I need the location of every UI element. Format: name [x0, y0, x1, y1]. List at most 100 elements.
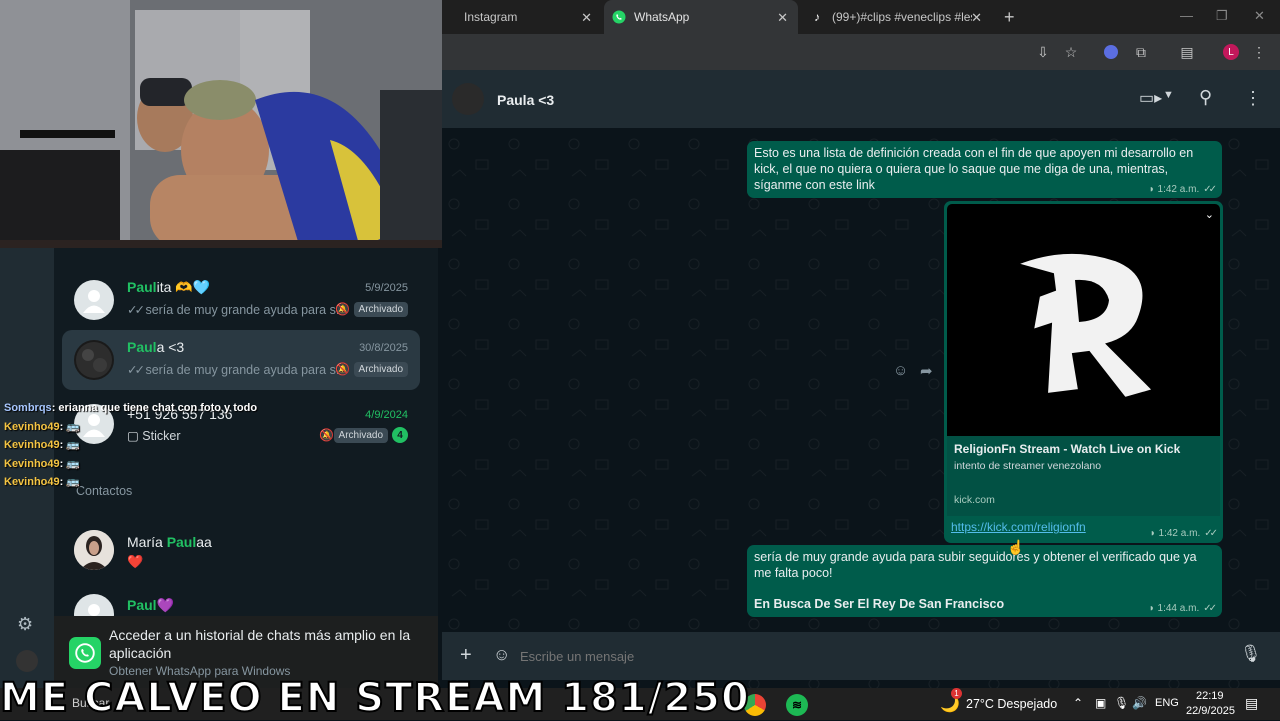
contact-row-maria-paulaa[interactable]: María Paulaa ❤️ — [62, 520, 420, 580]
message-composer: + ☺ 🎙 — [442, 632, 1280, 680]
install-app-icon[interactable]: ⇩ — [1034, 43, 1052, 61]
minimize-icon[interactable]: — — [1180, 8, 1193, 23]
new-tab-button[interactable]: + — [1004, 0, 1024, 34]
search-icon[interactable]: ⚲ — [1199, 87, 1212, 108]
forward-icon[interactable]: ➦ — [920, 362, 933, 380]
maximize-icon[interactable]: ❐ — [1216, 8, 1228, 24]
webcam-image — [0, 0, 442, 248]
archived-badge: Archivado — [353, 362, 408, 377]
message-bold-text: En Busca De Ser El Rey De San Francisco — [754, 597, 1005, 611]
sticker-emoji-icon[interactable]: ☺ — [493, 645, 510, 665]
tab-whatsapp[interactable]: WhatsApp ✕ — [604, 0, 798, 34]
double-check-icon: ✓✓ — [1203, 184, 1217, 195]
whatsapp-icon — [612, 10, 626, 24]
message-input[interactable] — [520, 642, 1220, 670]
tiktok-icon: ♪ — [814, 10, 820, 24]
microphone-icon[interactable]: 🎙 — [1240, 644, 1262, 664]
puzzle-icon[interactable]: ⧉ — [1132, 43, 1150, 61]
broadcast-icon: ◗ — [1149, 528, 1159, 539]
stream-chat-line: Kevinho49: 🚌 — [4, 420, 81, 433]
contact-status: ❤️ — [127, 554, 144, 569]
browser-toolbar: ⇩ ☆ ⧉ ▤ L ⋮ — [442, 34, 1280, 70]
tab-label: WhatsApp — [634, 10, 690, 24]
tray-app-icon[interactable]: ▣ — [1095, 696, 1106, 710]
bookmark-star-icon[interactable]: ☆ — [1062, 43, 1080, 61]
chat-name: Paul💜 — [127, 597, 175, 613]
extension-icon[interactable] — [1102, 43, 1120, 61]
avatar[interactable] — [452, 83, 484, 115]
conversation-header: Paula <3 ▭▸ ▼ ⚲ ⋮ — [442, 70, 1280, 128]
double-check-icon: ✓✓ — [1204, 528, 1218, 539]
muted-bell-icon: 🔕 — [335, 302, 350, 316]
stream-title-overlay: ME CALVEO EN STREAM 181/250 — [0, 675, 750, 721]
speaker-icon[interactable]: 🔊 — [1132, 696, 1147, 710]
link-preview-image[interactable]: ⌄ — [947, 204, 1220, 436]
double-check-icon: ✓✓ — [127, 363, 145, 377]
message-text: sería de muy grande ayuda para subir seg… — [754, 550, 1197, 580]
avatar[interactable]: L — [1222, 43, 1240, 61]
unread-count-badge: 4 — [392, 427, 408, 443]
kick-r-logo-icon — [1013, 251, 1155, 400]
instagram-icon — [442, 10, 456, 24]
clock-time[interactable]: 22:19 — [1196, 690, 1224, 702]
notification-icon[interactable]: ▤ — [1245, 695, 1258, 712]
avatar — [74, 530, 114, 570]
link-preview-card[interactable]: ReligionFn Stream - Watch Live on Kick i… — [947, 436, 1220, 516]
promo-title: Acceder a un historial de chats más ampl… — [109, 627, 411, 661]
video-call-icon[interactable]: ▭▸ — [1139, 88, 1162, 108]
chevron-down-icon[interactable]: ▼ — [1163, 89, 1174, 101]
link-url[interactable]: https://kick.com/religionfn — [951, 520, 1086, 534]
chat-date: 5/9/2025 — [365, 282, 408, 294]
more-options-icon[interactable]: ⋮ — [1244, 88, 1262, 109]
broadcast-icon: ◗ — [1148, 184, 1158, 195]
chat-preview: ✓✓ sería de muy grande ayuda para s... — [127, 363, 347, 377]
message-meta: ◗ 1:42 a.m. ✓✓ — [1149, 528, 1218, 539]
profile-avatar[interactable] — [16, 650, 38, 672]
side-panel-icon[interactable]: ▤ — [1178, 43, 1196, 61]
link-description: intento de streamer venezolano — [954, 460, 1102, 472]
chat-row-paula[interactable]: Paula <3 30/8/2025 ✓✓ sería de muy grand… — [62, 330, 420, 390]
stream-chat-line: Kevinho49: 🚌 — [4, 476, 81, 488]
close-icon[interactable]: ✕ — [581, 10, 592, 26]
attach-plus-icon[interactable]: + — [460, 644, 472, 667]
tab-tiktok[interactable]: ♪ (99+)#clips #veneclips #lesterm ✕ — [802, 0, 992, 34]
archived-badge: Archivado — [353, 302, 408, 317]
chat-date: 30/8/2025 — [359, 342, 408, 354]
tab-instagram[interactable]: Instagram ✕ — [442, 0, 602, 34]
stream-chat-line: Kevinho49: 🚌 — [4, 439, 81, 451]
more-menu-icon[interactable]: ⋮ — [1250, 43, 1268, 61]
avatar — [74, 280, 114, 320]
contact-row-paul[interactable]: Paul💜 — [62, 584, 420, 616]
stream-chat-line: Kevinho49: 🚌 — [4, 457, 81, 470]
clock-date[interactable]: 22/9/2025 — [1186, 705, 1235, 717]
settings-gear-icon[interactable]: ⚙ — [17, 614, 33, 635]
message-meta: ◗ 1:42 a.m. ✓✓ — [1148, 184, 1217, 195]
close-window-icon[interactable]: ✕ — [1254, 8, 1265, 24]
chat-name: Paula <3 — [127, 339, 185, 355]
outgoing-message[interactable]: Esto es una lista de definición creada c… — [747, 141, 1222, 198]
language-indicator[interactable]: ENG — [1155, 697, 1179, 709]
archived-badge: Archivado — [333, 428, 388, 443]
chevron-up-icon[interactable]: ⌃ — [1073, 696, 1083, 710]
emoji-react-icon[interactable]: ☺ — [893, 362, 908, 379]
tab-label: Instagram — [464, 10, 518, 24]
close-icon[interactable]: ✕ — [777, 10, 788, 26]
broadcast-icon: ◗ — [1148, 603, 1158, 614]
muted-bell-icon: 🔕 — [319, 428, 334, 442]
microphone-icon[interactable]: 🎙 — [1114, 696, 1129, 710]
outgoing-link-message[interactable]: ⌄ ReligionFn Stream - Watch Live on Kick… — [944, 201, 1223, 543]
tab-label: (99+)#clips #veneclips #lesterm — [832, 10, 972, 24]
mouse-cursor-icon: ☝ — [1007, 539, 1025, 555]
stream-chat-overlay: Sombrqs: erianna que tiene chat con foto… — [4, 399, 264, 492]
chat-row-paulita[interactable]: Paulita 🫶🩵 5/9/2025 ✓✓ sería de muy gran… — [62, 270, 420, 330]
outgoing-message[interactable]: sería de muy grande ayuda para subir seg… — [747, 545, 1222, 617]
contact-name[interactable]: Paula <3 — [497, 92, 554, 108]
close-icon[interactable]: ✕ — [971, 10, 982, 26]
stream-chat-line: Sombrqs: erianna que tiene chat con foto… — [4, 402, 258, 414]
message-meta: ◗ 1:44 a.m. ✓✓ — [1148, 603, 1217, 614]
message-text: Esto es una lista de definición creada c… — [754, 146, 1194, 192]
chat-preview: ✓✓ sería de muy grande ayuda para s... — [127, 303, 347, 317]
avatar — [74, 340, 114, 380]
muted-bell-icon: 🔕 — [335, 362, 350, 376]
chevron-down-icon[interactable]: ⌄ — [1205, 208, 1214, 221]
